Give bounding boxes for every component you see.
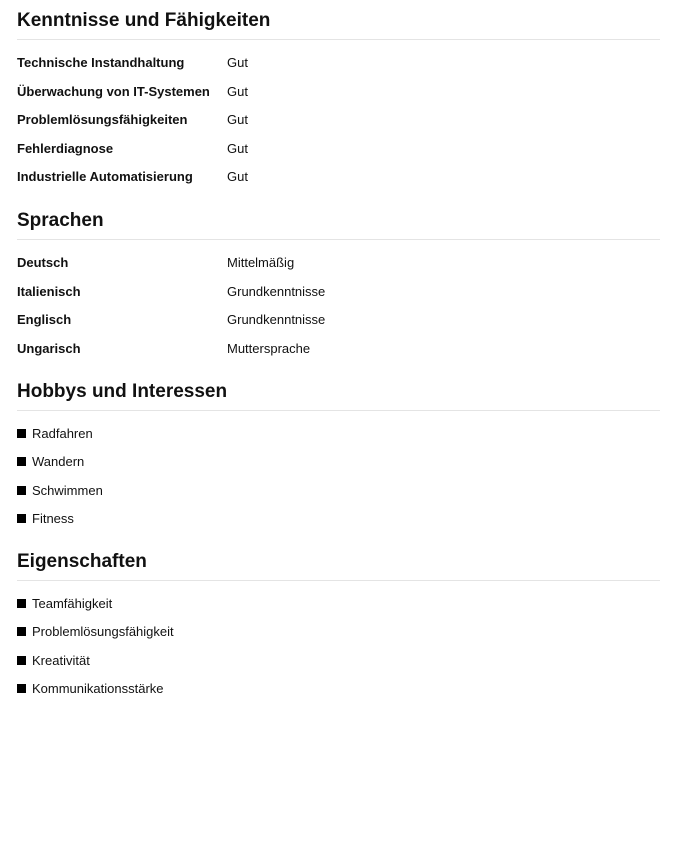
list-item-content: Teamfähigkeit bbox=[17, 596, 112, 611]
skill-name: Überwachung von IT-Systemen bbox=[17, 83, 210, 99]
skill-name: Technische Instandhaltung bbox=[17, 55, 185, 70]
hobby-label: Wandern bbox=[32, 454, 85, 470]
language-row: Englisch Grundkenntnisse bbox=[17, 312, 660, 341]
language-level: Grundkenntnisse bbox=[227, 312, 326, 328]
square-bullet-icon bbox=[17, 428, 26, 438]
language-name: Ungarisch bbox=[17, 340, 81, 356]
list-item: Radfahren bbox=[17, 425, 660, 454]
traits-heading: Eigenschaften bbox=[17, 541, 660, 582]
square-bullet-icon bbox=[17, 514, 26, 524]
trait-label: Kreativität bbox=[32, 652, 90, 668]
language-row: Italienisch Grundkenntnisse bbox=[17, 284, 660, 313]
square-bullet-icon bbox=[17, 598, 26, 608]
list-item-content: Wandern bbox=[17, 454, 84, 469]
skill-name: Fehlerdiagnose bbox=[17, 140, 114, 156]
skill-row: Technische Instandhaltung Gut bbox=[17, 55, 660, 84]
skills-list: Technische Instandhaltung Gut Überwachun… bbox=[17, 40, 660, 200]
skill-level: Gut bbox=[227, 83, 248, 99]
hobbies-section: Hobbys und Interessen Radfahren Wandern … bbox=[17, 371, 660, 541]
resume-page: Kenntnisse und Fähigkeiten Technische In… bbox=[0, 0, 682, 711]
skills-heading: Kenntnisse und Fähigkeiten bbox=[17, 0, 660, 40]
square-bullet-icon bbox=[17, 684, 26, 694]
traits-list: Teamfähigkeit Problemlösungsfähigkeit Kr… bbox=[17, 581, 660, 711]
language-row: Deutsch Mittelmäßig bbox=[17, 255, 660, 284]
skill-name: Industrielle Automatisierung bbox=[17, 169, 193, 185]
list-item: Teamfähigkeit bbox=[17, 595, 660, 624]
hobbies-list: Radfahren Wandern Schwimmen Fitness bbox=[17, 411, 660, 541]
language-level: Muttersprache bbox=[227, 340, 311, 356]
hobbies-heading: Hobbys und Interessen bbox=[17, 371, 660, 412]
skill-level: Gut bbox=[227, 55, 248, 70]
language-name: Italienisch bbox=[17, 283, 81, 299]
square-bullet-icon bbox=[17, 655, 26, 665]
list-item-content: Kreativität bbox=[17, 653, 90, 668]
list-item-content: Problemlösungsfähigkeit bbox=[17, 624, 174, 639]
languages-list: Deutsch Mittelmäßig Italienisch Grundken… bbox=[17, 240, 660, 371]
square-bullet-icon bbox=[17, 457, 26, 467]
skill-level: Gut bbox=[227, 140, 248, 156]
skill-row: Problemlösungsfähigkeiten Gut bbox=[17, 112, 660, 141]
skill-level: Gut bbox=[227, 112, 248, 128]
skill-row: Industrielle Automatisierung Gut bbox=[17, 169, 660, 198]
list-item-content: Schwimmen bbox=[17, 483, 103, 498]
language-level: Mittelmäßig bbox=[227, 254, 295, 270]
list-item-content: Kommunikationsstärke bbox=[17, 681, 164, 696]
language-level: Grundkenntnisse bbox=[227, 283, 326, 299]
language-name: Englisch bbox=[17, 312, 72, 328]
hobby-label: Schwimmen bbox=[32, 482, 103, 498]
list-item: Fitness bbox=[17, 511, 660, 540]
languages-heading: Sprachen bbox=[17, 200, 660, 240]
skill-row: Überwachung von IT-Systemen Gut bbox=[17, 84, 660, 113]
traits-section: Eigenschaften Teamfähigkeit Problemlösun… bbox=[17, 541, 660, 711]
skill-row: Fehlerdiagnose Gut bbox=[17, 141, 660, 170]
skill-level: Gut bbox=[227, 169, 248, 185]
square-bullet-icon bbox=[17, 627, 26, 637]
list-item-content: Fitness bbox=[17, 511, 74, 526]
trait-label: Problemlösungsfähigkeit bbox=[32, 624, 174, 640]
list-item: Kreativität bbox=[17, 652, 660, 681]
skill-name: Problemlösungsfähigkeiten bbox=[17, 112, 188, 128]
hobby-label: Radfahren bbox=[32, 425, 93, 441]
list-item-content: Radfahren bbox=[17, 426, 93, 441]
list-item: Problemlösungsfähigkeit bbox=[17, 624, 660, 653]
list-item: Kommunikationsstärke bbox=[17, 681, 660, 710]
skills-section: Kenntnisse und Fähigkeiten Technische In… bbox=[17, 0, 660, 200]
languages-section: Sprachen Deutsch Mittelmäßig Italienisch… bbox=[17, 200, 660, 371]
list-item: Schwimmen bbox=[17, 482, 660, 511]
language-name: Deutsch bbox=[17, 254, 69, 270]
hobby-label: Fitness bbox=[32, 511, 74, 527]
language-row: Ungarisch Muttersprache bbox=[17, 341, 660, 370]
trait-label: Kommunikationsstärke bbox=[32, 681, 164, 697]
list-item: Wandern bbox=[17, 454, 660, 483]
trait-label: Teamfähigkeit bbox=[32, 595, 113, 611]
square-bullet-icon bbox=[17, 485, 26, 495]
